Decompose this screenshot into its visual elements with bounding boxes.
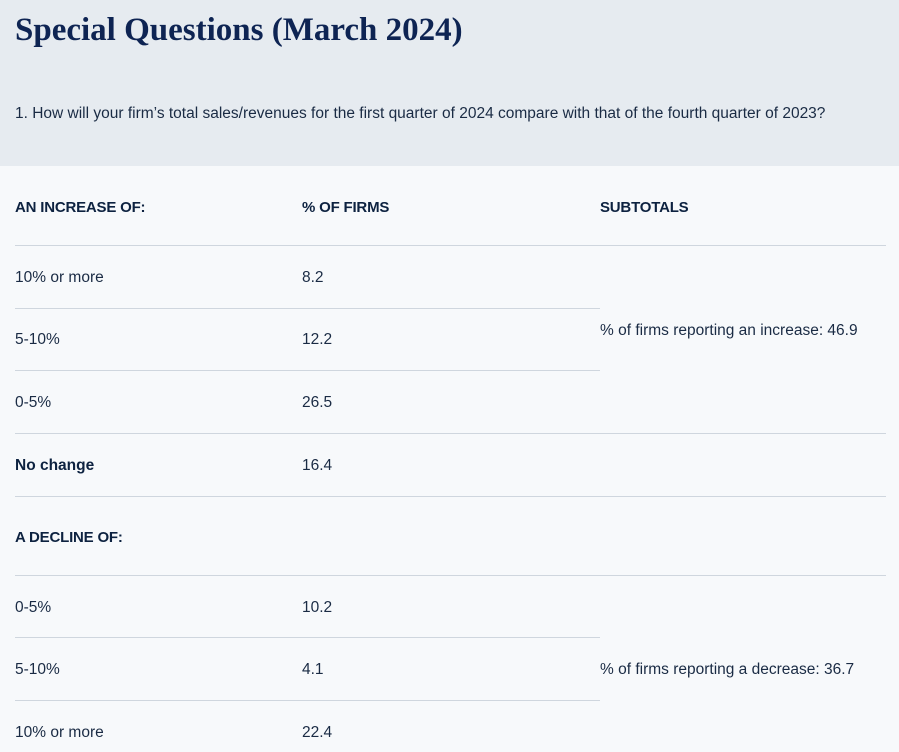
row-label: 0-5% bbox=[15, 394, 52, 411]
decline-subtotal: % of firms reporting a decrease: 36.7 bbox=[600, 661, 855, 678]
page-title: Special Questions (March 2024) bbox=[15, 12, 463, 48]
row-label: 5-10% bbox=[15, 331, 60, 348]
row-value: 10.2 bbox=[302, 599, 333, 616]
header-divider bbox=[15, 245, 886, 246]
row-label: 10% or more bbox=[15, 269, 104, 286]
question-header: Special Questions (March 2024) 1. How wi… bbox=[0, 0, 899, 166]
row-divider bbox=[15, 370, 600, 371]
increase-subtotal: % of firms reporting an increase: 46.9 bbox=[600, 322, 858, 339]
row-label: 10% or more bbox=[15, 724, 104, 741]
row-value: 22.4 bbox=[302, 724, 333, 741]
row-value: 12.2 bbox=[302, 331, 333, 348]
row-value: 26.5 bbox=[302, 394, 333, 411]
row-divider bbox=[15, 637, 600, 638]
group-divider bbox=[15, 433, 886, 434]
decline-section-header: A DECLINE OF: bbox=[15, 529, 123, 546]
row-divider bbox=[15, 308, 600, 309]
row-label: No change bbox=[15, 457, 95, 474]
row-label: 0-5% bbox=[15, 599, 52, 616]
row-value: 8.2 bbox=[302, 269, 324, 286]
row-value: 16.4 bbox=[302, 457, 333, 474]
row-divider bbox=[15, 700, 600, 701]
question-text: 1. How will your firm’s total sales/reve… bbox=[15, 105, 826, 122]
group-divider bbox=[15, 496, 886, 497]
column-header-percent-firms: % OF FIRMS bbox=[302, 199, 390, 216]
row-label: 5-10% bbox=[15, 661, 60, 678]
row-value: 4.1 bbox=[302, 661, 324, 678]
column-header-subtotals: SUBTOTALS bbox=[600, 199, 689, 216]
group-divider bbox=[15, 575, 886, 576]
column-header-increase: AN INCREASE OF: bbox=[15, 199, 146, 216]
